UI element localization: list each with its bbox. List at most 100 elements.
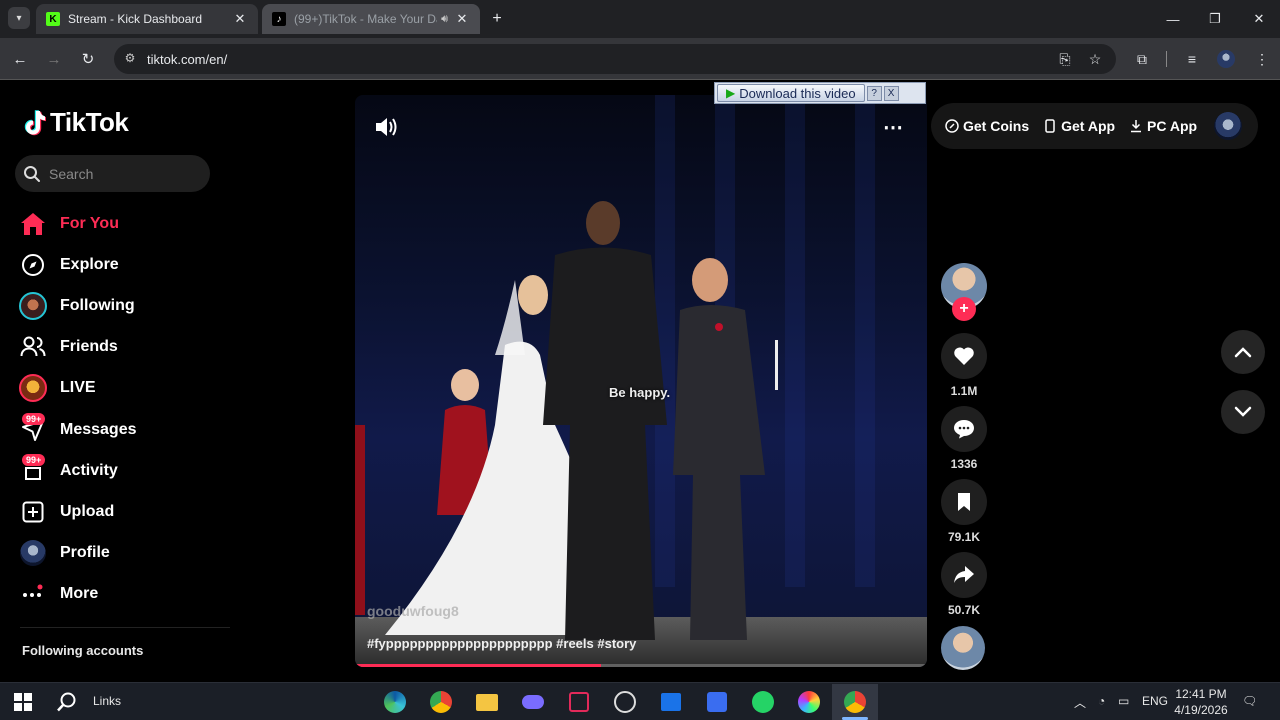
live-icon <box>18 373 48 403</box>
kick-icon: K <box>46 12 60 26</box>
video-player[interactable]: ⋯ Be happy. gooduwfoug8 #fyppppppppppppp… <box>355 95 927 667</box>
tray-overflow-icon[interactable]: ︿ <box>1074 694 1086 711</box>
close-tab-icon[interactable]: ✕ <box>232 11 248 27</box>
follow-plus-button[interactable]: + <box>952 297 976 321</box>
share-button[interactable] <box>941 552 987 598</box>
browser-toolbar: ← → ↻ ⚙ tiktok.com/en/ ⎘ ☆ ⧉ ≡ ⋮ <box>0 38 1280 80</box>
comment-button[interactable] <box>941 406 987 452</box>
download-close-button[interactable]: X <box>883 85 899 101</box>
video-more-options-icon[interactable]: ⋯ <box>883 115 904 140</box>
messages-icon: 99+ <box>18 412 48 445</box>
address-bar[interactable]: ⚙ tiktok.com/en/ ⎘ ☆ <box>114 44 1116 74</box>
user-avatar[interactable] <box>1214 112 1242 140</box>
like-button[interactable] <box>941 333 987 379</box>
sidebar-item-messages[interactable]: 99+ Messages <box>18 409 228 450</box>
sidebar-item-friends[interactable]: Friends <box>18 327 228 368</box>
toolbar-divider <box>1166 51 1167 67</box>
play-icon: ▶ <box>726 86 736 100</box>
sidebar-item-following[interactable]: Following <box>18 285 228 326</box>
bookmark-icon <box>958 493 970 511</box>
network-icon[interactable]: ◔ <box>1098 694 1105 708</box>
coin-icon <box>945 119 959 133</box>
video-frame-scene <box>355 201 778 640</box>
previous-video-button[interactable] <box>1221 330 1265 374</box>
file-explorer-icon[interactable] <box>472 687 502 717</box>
taskbar-clock[interactable]: 12:41 PM 4/19/2026 <box>1170 686 1232 718</box>
get-coins-button[interactable]: Get Coins <box>945 118 1029 134</box>
site-info-icon[interactable]: ⚙ <box>122 51 138 67</box>
header-actions: Get Coins Get App PC App <box>931 103 1258 149</box>
sidebar-nav: For You Explore Following Friends LIVE 9… <box>18 203 228 615</box>
search-box[interactable] <box>15 155 210 192</box>
tab-search-menu-button[interactable]: ▾ <box>8 7 30 29</box>
roblox-icon[interactable] <box>702 687 732 717</box>
tab-audio-icon[interactable]: 🔊︎ <box>441 13 448 26</box>
tiktok-logo[interactable]: TikTok <box>22 107 129 138</box>
pc-app-label: PC App <box>1147 118 1198 134</box>
video-hashtags[interactable]: #fyppppppppppppppppppppp #reels #story <box>367 636 636 651</box>
sidebar-item-label: Friends <box>60 338 118 356</box>
gamepad-icon[interactable] <box>518 687 548 717</box>
chrome-active-icon[interactable] <box>840 687 870 717</box>
download-video-button[interactable]: ▶ Download this video <box>717 84 865 102</box>
profile-avatar-icon <box>18 538 48 568</box>
comment-icon <box>954 420 974 439</box>
language-indicator[interactable]: ENG <box>1142 694 1168 708</box>
sidebar-item-activity[interactable]: 99+ Activity <box>18 450 228 491</box>
url-text[interactable]: tiktok.com/en/ <box>147 52 227 67</box>
search-input[interactable] <box>49 165 199 182</box>
save-button[interactable] <box>941 479 987 525</box>
sidebar-item-for-you[interactable]: For You <box>18 203 228 244</box>
video-progress-bar[interactable] <box>355 664 927 667</box>
edge-icon[interactable] <box>380 687 410 717</box>
next-video-button[interactable] <box>1221 390 1265 434</box>
sidebar-divider <box>20 627 230 628</box>
notifications-icon[interactable]: 🗨︎ <box>1242 694 1257 708</box>
sidebar-item-label: LIVE <box>60 379 96 397</box>
color-picker-icon[interactable] <box>794 687 824 717</box>
sidebar-item-explore[interactable]: Explore <box>18 244 228 285</box>
sidebar-item-live[interactable]: LIVE <box>18 368 228 409</box>
video-author[interactable]: gooduwfoug8 <box>367 603 459 619</box>
pc-app-button[interactable]: PC App <box>1129 118 1197 134</box>
profile-avatar-icon[interactable] <box>1216 49 1236 69</box>
following-accounts-heading: Following accounts <box>22 643 144 658</box>
tab-kick-dashboard[interactable]: K Stream - Kick Dashboard ✕ <box>36 4 258 34</box>
forward-button[interactable]: → <box>44 49 64 69</box>
chrome-icon[interactable] <box>426 687 456 717</box>
browser-menu-icon[interactable]: ⋮ <box>1252 49 1272 69</box>
sidebar-item-more[interactable]: More <box>18 574 228 615</box>
share-count: 50.7K <box>947 603 981 617</box>
home-icon <box>18 209 48 239</box>
restore-button[interactable]: ❐ <box>1200 8 1230 30</box>
close-tab-icon[interactable]: ✕ <box>454 11 470 27</box>
windows-start-icon[interactable] <box>8 687 38 717</box>
download-help-button[interactable]: ? <box>866 85 882 101</box>
extensions-icon[interactable]: ⧉ <box>1132 49 1152 69</box>
minimize-button[interactable]: — <box>1158 8 1188 30</box>
taskbar-search-icon[interactable] <box>52 687 82 717</box>
taskbar-search-label[interactable]: Links <box>93 694 121 708</box>
sidebar-item-upload[interactable]: Upload <box>18 491 228 532</box>
messages-badge: 99+ <box>22 412 46 425</box>
get-app-button[interactable]: Get App <box>1043 118 1115 134</box>
phone-icon <box>1045 119 1055 133</box>
music-disc-avatar[interactable] <box>941 626 985 670</box>
new-tab-button[interactable]: + <box>486 8 508 30</box>
reload-button[interactable]: ↻ <box>78 49 98 69</box>
bookmark-star-icon[interactable]: ☆ <box>1086 51 1104 67</box>
install-app-icon[interactable]: ⎘ <box>1056 51 1074 67</box>
chevron-up-icon <box>1234 347 1252 358</box>
volume-icon[interactable] <box>373 115 399 139</box>
battery-icon[interactable]: ▭ <box>1118 694 1129 708</box>
video-editor-icon[interactable] <box>564 687 594 717</box>
outlook-icon[interactable] <box>656 687 686 717</box>
back-button[interactable]: ← <box>10 49 30 69</box>
close-window-button[interactable]: ✕ <box>1244 8 1274 30</box>
media-controls-icon[interactable]: ≡ <box>1182 49 1202 69</box>
tab-tiktok[interactable]: ♪ (99+)TikTok - Make Your Day 🔊︎ ✕ <box>262 4 480 34</box>
whatsapp-icon[interactable] <box>748 687 778 717</box>
activity-icon: 99+ <box>18 453 48 486</box>
sidebar-item-profile[interactable]: Profile <box>18 533 228 574</box>
obs-icon[interactable] <box>610 687 640 717</box>
